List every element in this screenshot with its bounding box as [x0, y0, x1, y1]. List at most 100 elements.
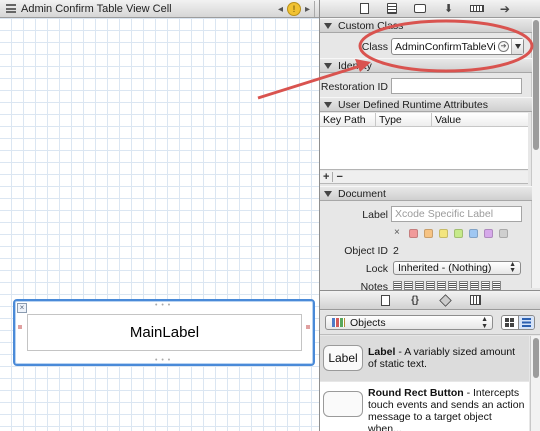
scrollbar-thumb[interactable] — [533, 20, 539, 150]
storyboard-canvas[interactable]: Admin Confirm Table View Cell ◂ ! ▸ × • … — [0, 0, 319, 431]
table-view-cell[interactable]: × • • • • • • MainLabel — [13, 299, 315, 366]
chevron-left-icon[interactable]: ◂ — [278, 4, 283, 15]
document-header[interactable]: Document — [320, 186, 532, 201]
align-center-icon[interactable] — [404, 281, 413, 290]
label-color-swatch[interactable] — [499, 229, 508, 238]
disclosure-triangle-icon — [324, 190, 332, 197]
column-header-key-path[interactable]: Key Path — [320, 113, 376, 127]
clear-color-icon[interactable]: × — [394, 227, 400, 238]
tab-file-inspector[interactable] — [357, 3, 371, 15]
warning-icon[interactable]: ! — [286, 2, 301, 16]
document-label-field[interactable]: Xcode Specific Label — [391, 206, 522, 222]
jump-bar: Admin Confirm Table View Cell ◂ ! ▸ — [0, 0, 319, 18]
identity-icon — [414, 4, 427, 13]
outdent-icon[interactable] — [481, 281, 490, 290]
column-header-type[interactable]: Type — [376, 113, 432, 127]
runtime-attributes-toolbar: + − — [320, 171, 528, 184]
library-books-icon — [332, 318, 345, 327]
cube-icon — [438, 293, 452, 307]
resize-handle-left[interactable] — [18, 325, 22, 329]
objects-popup-value: Objects — [350, 316, 386, 329]
resize-dots-top[interactable]: • • • — [155, 302, 171, 309]
objects-popup-button[interactable]: Objects ▲ ▼ — [325, 315, 493, 330]
lock-popup-button[interactable]: Inherited - (Nothing) ▲ ▼ — [393, 261, 521, 275]
class-label: Class — [361, 41, 388, 53]
file-template-icon — [380, 294, 390, 306]
runtime-attributes-header[interactable]: User Defined Runtime Attributes — [320, 97, 532, 112]
tab-connections-inspector[interactable]: ➔ — [498, 1, 512, 16]
close-icon[interactable]: × — [17, 303, 27, 313]
align-left-icon[interactable] — [393, 281, 402, 290]
quick-help-icon — [387, 3, 398, 14]
view-mode-toggle — [501, 315, 535, 330]
jump-bar-nav: ◂ ! ▸ — [278, 1, 315, 17]
jump-bar-title[interactable]: Admin Confirm Table View Cell — [21, 3, 172, 15]
library-filter-bar: Objects ▲ ▼ — [320, 311, 540, 335]
list-icon[interactable] — [448, 281, 457, 290]
main-label[interactable]: MainLabel — [27, 314, 302, 351]
list-view-button[interactable] — [517, 316, 534, 329]
file-icon — [359, 3, 369, 14]
tab-code-snippet-library[interactable]: {} — [409, 294, 421, 306]
bullet-icon[interactable] — [459, 281, 468, 290]
tab-identity-inspector[interactable] — [413, 3, 427, 15]
tab-file-template-library[interactable] — [379, 294, 391, 306]
restoration-id-label: Restoration ID — [320, 81, 388, 93]
runtime-attributes-title: User Defined Runtime Attributes — [338, 98, 488, 111]
object-id-label: Object ID — [344, 245, 388, 257]
arrow-circle-icon: ➔ — [499, 1, 510, 16]
popup-arrows-icon: ▲ ▼ — [481, 316, 488, 330]
go-to-class-icon[interactable]: ➔ — [498, 41, 509, 52]
tab-size-inspector[interactable] — [469, 3, 484, 15]
label-color-swatch[interactable] — [439, 229, 448, 238]
restoration-id-field[interactable] — [391, 78, 522, 94]
disclosure-triangle-icon — [324, 101, 332, 108]
indent-icon[interactable] — [470, 281, 479, 290]
scrollbar-thumb[interactable] — [533, 338, 539, 378]
tab-media-library[interactable] — [469, 294, 481, 306]
label-color-swatch[interactable] — [484, 229, 493, 238]
justify-icon[interactable] — [426, 281, 435, 290]
column-header-value[interactable]: Value — [432, 113, 528, 127]
resize-handle-right[interactable] — [306, 325, 310, 329]
library-item-label[interactable]: Label Label - A variably sized amount of… — [320, 336, 529, 381]
runtime-attributes-table[interactable]: Key Path Type Value — [320, 113, 528, 170]
chevron-right-icon[interactable]: ▸ — [305, 4, 310, 15]
class-field-value[interactable]: AdminConfirmTableVi — [392, 41, 498, 53]
list-lines-icon[interactable] — [6, 4, 16, 13]
class-dropdown-button[interactable] — [511, 39, 523, 54]
tab-object-library[interactable] — [438, 293, 452, 307]
disclosure-triangle-icon — [324, 22, 332, 29]
popup-arrows-icon: ▲ ▼ — [509, 261, 516, 274]
align-right-icon[interactable] — [415, 281, 424, 290]
document-title: Document — [338, 187, 386, 200]
label-color-swatch[interactable] — [454, 229, 463, 238]
label-color-swatch[interactable] — [469, 229, 478, 238]
tab-quick-help[interactable] — [385, 3, 399, 15]
library-item-round-rect-button[interactable]: Round Rect Button - Intercepts touch eve… — [320, 382, 529, 431]
more-icon[interactable] — [492, 281, 501, 290]
lock-label: Lock — [365, 263, 388, 275]
round-rect-button-description: Round Rect Button - Intercepts touch eve… — [368, 387, 526, 431]
library-item-name: Round Rect Button — [368, 387, 464, 399]
identity-title: Identity — [338, 59, 372, 72]
label-thumbnail: Label — [323, 345, 363, 371]
remove-attribute-button[interactable]: − — [336, 171, 342, 183]
resize-dots-bottom[interactable]: • • • — [155, 357, 171, 364]
identity-header[interactable]: Identity — [320, 58, 532, 73]
braces-icon: {} — [411, 294, 419, 306]
library-scrollbar[interactable] — [530, 336, 540, 431]
label-color-swatch[interactable] — [424, 229, 433, 238]
disclosure-triangle-icon — [324, 62, 332, 69]
class-combo-box[interactable]: AdminConfirmTableVi ➔ — [391, 38, 524, 55]
line-spacing-icon[interactable] — [437, 281, 446, 290]
custom-class-header[interactable]: Custom Class — [320, 18, 532, 33]
grid-view-button[interactable] — [502, 316, 518, 329]
main-label-text: MainLabel — [129, 324, 200, 341]
label-color-swatch[interactable] — [409, 229, 418, 238]
inspector-scrollbar[interactable] — [531, 18, 540, 288]
tab-attributes-inspector[interactable]: ⬇ — [442, 3, 456, 15]
document-label-placeholder: Xcode Specific Label — [395, 208, 494, 220]
add-attribute-button[interactable]: + — [323, 171, 329, 183]
divider — [314, 1, 315, 17]
